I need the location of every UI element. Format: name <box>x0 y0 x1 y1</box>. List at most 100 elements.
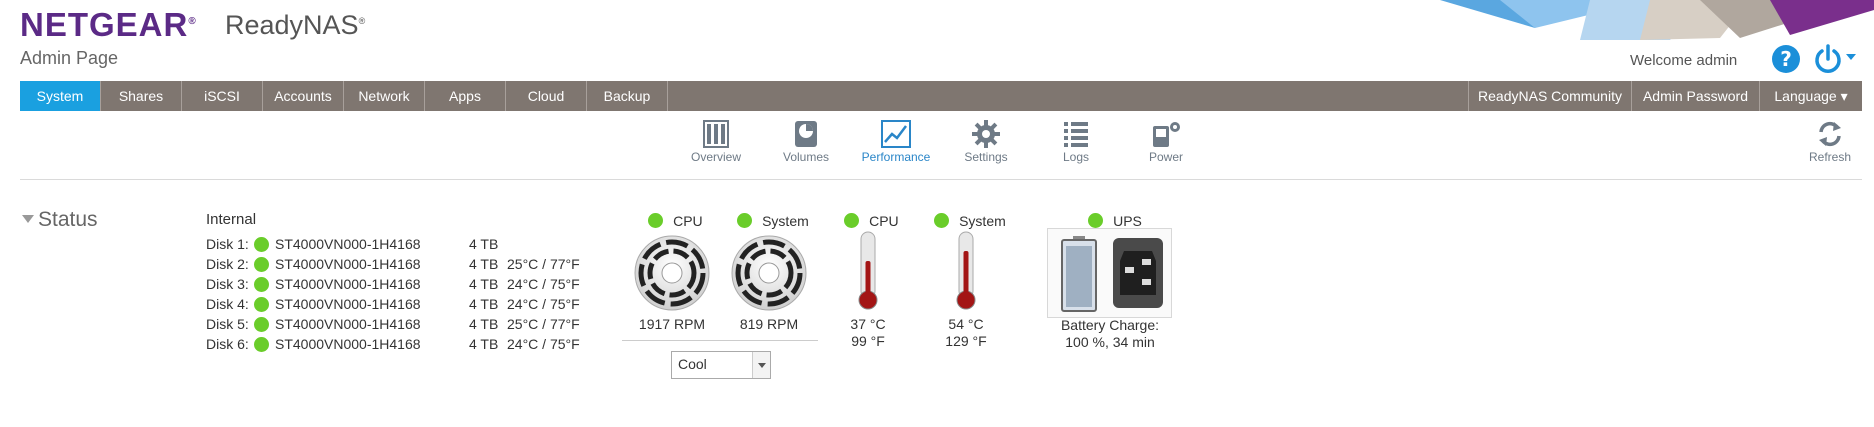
subnav-overview[interactable]: Overview <box>671 120 761 164</box>
disk-name: Disk 2: <box>206 256 249 272</box>
ups-label: UPS <box>1113 213 1142 229</box>
power-plug-icon <box>1113 238 1163 308</box>
disk-model: ST4000VN000-1H4168 <box>275 256 421 272</box>
tab-system[interactable]: System <box>20 81 101 111</box>
disk-model: ST4000VN000-1H4168 <box>275 336 421 352</box>
welcome-text: Welcome admin <box>1630 52 1738 69</box>
subnav-label: Volumes <box>782 150 830 164</box>
temp-status-icon <box>844 213 859 228</box>
temp-label: CPU <box>869 213 899 229</box>
performance-icon <box>881 120 911 148</box>
disk-name: Disk 1: <box>206 236 249 252</box>
fan-icon <box>731 235 807 311</box>
battery-charge-value: 100 %, 34 min <box>1065 334 1155 350</box>
disk-model: ST4000VN000-1H4168 <box>275 296 421 312</box>
disk-model: ST4000VN000-1H4168 <box>275 316 421 332</box>
fan-label: System <box>762 213 809 229</box>
fan-rpm: 819 RPM <box>739 316 799 332</box>
disk-name: Disk 6: <box>206 336 249 352</box>
disk-name: Disk 4: <box>206 296 249 312</box>
temp-fahrenheit: 129 °F <box>945 333 987 349</box>
divider <box>20 179 1862 180</box>
fan-status-icon <box>648 213 663 228</box>
temp-system-header: System <box>934 211 1006 230</box>
battery-icon <box>1061 236 1097 312</box>
power-settings-icon <box>1153 122 1180 147</box>
temp-celsius: 54 °C <box>948 316 984 332</box>
fan-mode-select[interactable]: Cool <box>671 351 771 379</box>
disk-temp: 24°C / 75°F <box>507 336 580 352</box>
subnav-label: Overview <box>690 150 741 164</box>
fan-rpm: 1917 RPM <box>638 316 706 332</box>
disk-status-icon <box>254 317 269 332</box>
header-decoration <box>1440 0 1874 40</box>
logs-icon <box>1064 122 1088 147</box>
thermometer-icon <box>956 231 976 310</box>
fan-cpu-header: CPU <box>648 211 703 230</box>
page-subtitle: Admin Page <box>20 48 119 68</box>
battery-charge-label: Battery Charge: <box>1060 317 1160 333</box>
temp-status-icon <box>934 213 949 228</box>
refresh-label: Refresh <box>1808 150 1852 164</box>
gear-icon <box>972 120 1000 148</box>
disk-status-icon <box>254 277 269 292</box>
refresh-button[interactable]: Refresh <box>1800 120 1860 164</box>
disk-temp: 24°C / 75°F <box>507 276 580 292</box>
subnav-power[interactable]: Power <box>1121 120 1211 164</box>
disk-size: 4 TB <box>469 316 499 332</box>
fan-icon <box>634 235 710 311</box>
disk-size: 4 TB <box>469 296 499 312</box>
tab-apps[interactable]: Apps <box>425 81 506 111</box>
subnav-performance[interactable]: Performance <box>851 120 941 164</box>
disk-status-icon <box>254 297 269 312</box>
product-label: ReadyNAS <box>225 10 359 40</box>
temp-label: System <box>959 213 1006 229</box>
subnav-label: Performance <box>861 150 931 164</box>
tab-admin-password[interactable]: Admin Password <box>1632 81 1760 111</box>
section-title: Status <box>38 208 98 231</box>
power-icon[interactable] <box>1812 43 1844 75</box>
subnav-logs[interactable]: Logs <box>1031 120 1121 164</box>
tab-shares[interactable]: Shares <box>101 81 182 111</box>
disk-size: 4 TB <box>469 336 499 352</box>
disk-model: ST4000VN000-1H4168 <box>275 236 421 252</box>
help-icon[interactable]: ? <box>1772 45 1800 73</box>
fan-label: CPU <box>673 213 703 229</box>
brand-name: NETGEAR <box>20 6 189 43</box>
chevron-down-icon <box>752 352 770 378</box>
fan-system-header: System <box>737 211 809 230</box>
subnav-label: Logs <box>1062 150 1090 164</box>
disk-status-icon <box>254 237 269 252</box>
main-nav: System Shares iSCSI Accounts Network App… <box>20 81 1862 111</box>
subnav-label: Settings <box>964 150 1008 164</box>
tab-network[interactable]: Network <box>344 81 425 111</box>
internal-label: Internal <box>206 211 257 228</box>
thermometer-icon <box>858 231 878 310</box>
tab-iscsi[interactable]: iSCSI <box>182 81 263 111</box>
temp-celsius: 37 °C <box>850 316 886 332</box>
temp-cpu-header: CPU <box>844 211 899 230</box>
tab-cloud[interactable]: Cloud <box>506 81 587 111</box>
subnav-settings[interactable]: Settings <box>941 120 1031 164</box>
disk-temp: 25°C / 77°F <box>507 316 580 332</box>
tab-readynas-community[interactable]: ReadyNAS Community <box>1469 81 1632 111</box>
overview-icon <box>703 120 729 148</box>
disk-status-icon <box>254 257 269 272</box>
nav-spacer <box>668 81 1469 111</box>
disk-size: 4 TB <box>469 236 499 252</box>
disk-temp: 25°C / 77°F <box>507 256 580 272</box>
tab-backup[interactable]: Backup <box>587 81 668 111</box>
tab-accounts[interactable]: Accounts <box>263 81 344 111</box>
ups-panel <box>1047 228 1172 318</box>
tab-language[interactable]: Language ▾ <box>1760 81 1862 111</box>
product-name: ReadyNAS® <box>225 10 366 40</box>
collapse-chevron-icon[interactable] <box>22 215 34 223</box>
power-menu-chevron-icon[interactable] <box>1846 54 1856 60</box>
fan-status-icon <box>737 213 752 228</box>
disk-status-icon <box>254 337 269 352</box>
disk-model: ST4000VN000-1H4168 <box>275 276 421 292</box>
disk-temp: 24°C / 75°F <box>507 296 580 312</box>
subnav-volumes[interactable]: Volumes <box>761 120 851 164</box>
volumes-icon <box>795 121 817 147</box>
temp-fahrenheit: 99 °F <box>851 333 885 349</box>
